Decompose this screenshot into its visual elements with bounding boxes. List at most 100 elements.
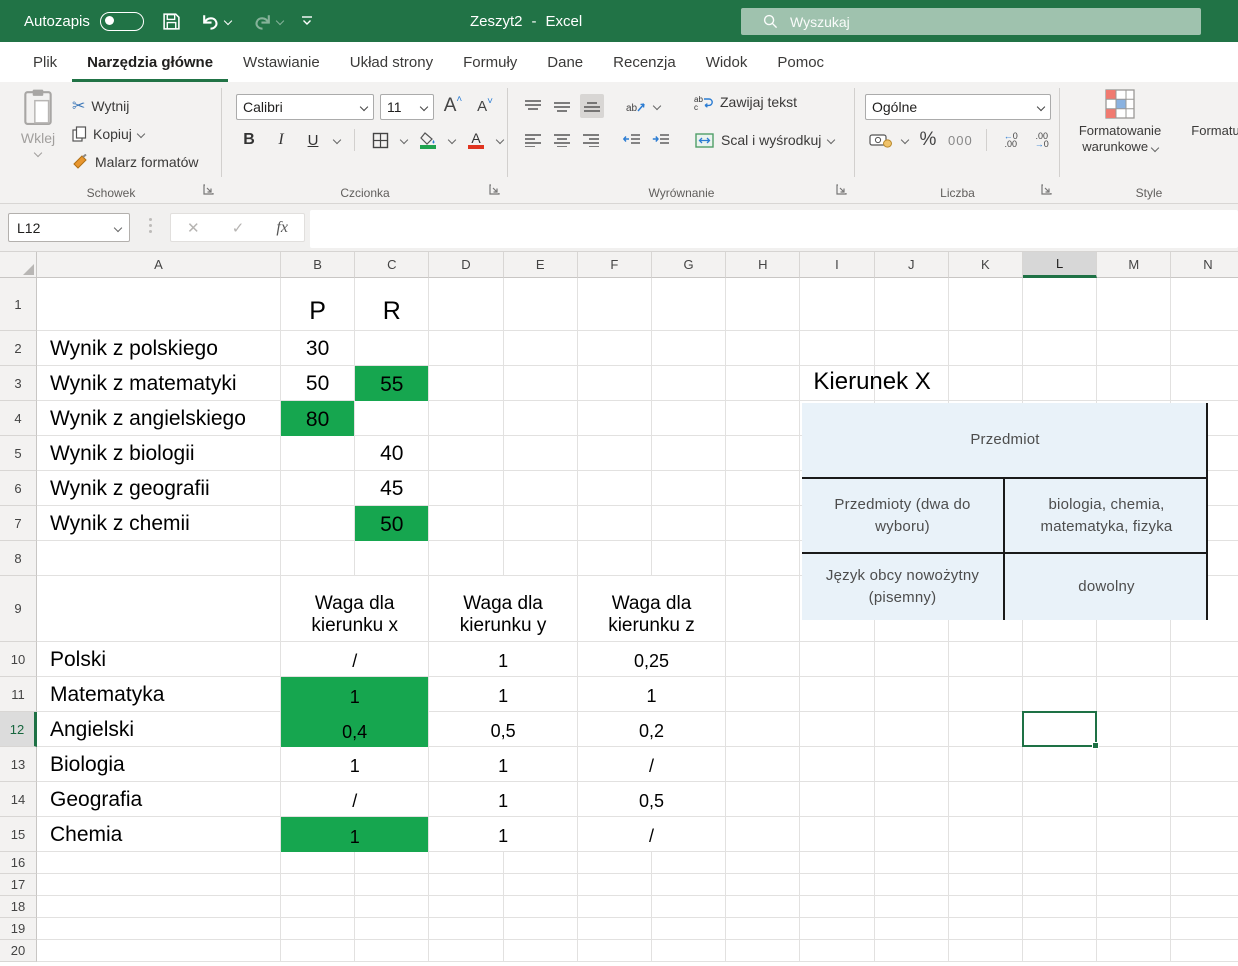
grid-cell-F7[interactable]: [578, 506, 652, 541]
column-header-C[interactable]: C: [355, 252, 429, 278]
redo-icon[interactable]: [252, 0, 273, 42]
grid-cell-I15[interactable]: [800, 817, 874, 852]
grid-cell-B5[interactable]: [281, 436, 355, 471]
format-as-table-button[interactable]: Formatuj jako tabelę: [1182, 88, 1238, 139]
grid-cell-K10[interactable]: [949, 642, 1023, 677]
grid-cell-J20[interactable]: [875, 940, 949, 962]
font-color-dropdown-icon[interactable]: [496, 136, 504, 144]
grid-cell-F3[interactable]: [578, 366, 652, 401]
grid-cell-N20[interactable]: [1171, 940, 1238, 962]
tab-wstawianie[interactable]: Wstawianie: [228, 42, 335, 82]
cell-C1[interactable]: R: [355, 278, 428, 330]
cell-A3[interactable]: Wynik z matematyki: [37, 366, 280, 400]
row-header-3[interactable]: 3: [0, 366, 37, 401]
grid-cell-F8[interactable]: [578, 541, 652, 576]
row-header-5[interactable]: 5: [0, 436, 37, 471]
row-header-12[interactable]: 12: [0, 712, 37, 747]
grid-cell-A19[interactable]: [37, 918, 281, 940]
cancel-icon[interactable]: ✕: [187, 219, 200, 237]
grid-cell-M18[interactable]: [1097, 896, 1171, 918]
grid-cell-H9[interactable]: [726, 576, 800, 642]
grid-cell-A16[interactable]: [37, 852, 281, 874]
grid-cell-A20[interactable]: [37, 940, 281, 962]
grid-cell-D7[interactable]: [429, 506, 503, 541]
grid-cell-C2[interactable]: [355, 331, 429, 366]
grid-cell-I12[interactable]: [800, 712, 874, 747]
column-header-E[interactable]: E: [504, 252, 578, 278]
undo-dropdown-icon[interactable]: [225, 0, 231, 42]
grid-cell-E20[interactable]: [504, 940, 578, 962]
cell-A15[interactable]: Chemia: [37, 817, 280, 851]
number-format-combobox[interactable]: Ogólne: [865, 94, 1051, 120]
grid-cell-D20[interactable]: [429, 940, 503, 962]
grid-cell-B8[interactable]: [281, 541, 355, 576]
grid-cell-H17[interactable]: [726, 874, 800, 896]
cell-F10[interactable]: 0,25: [578, 642, 725, 676]
grid-cell-M16[interactable]: [1097, 852, 1171, 874]
grid-cell-F2[interactable]: [578, 331, 652, 366]
cell-C3[interactable]: 55: [355, 366, 428, 401]
grid-cell-J2[interactable]: [875, 331, 949, 366]
cell-F13[interactable]: /: [578, 747, 725, 781]
grid-cell-L17[interactable]: [1023, 874, 1097, 896]
grid-cell-G20[interactable]: [652, 940, 726, 962]
tab-dane[interactable]: Dane: [532, 42, 598, 82]
grid-cell-G7[interactable]: [652, 506, 726, 541]
insert-function-icon[interactable]: fx: [276, 219, 288, 237]
accounting-format-button[interactable]: [869, 128, 893, 152]
grid-cell-F16[interactable]: [578, 852, 652, 874]
borders-dropdown-icon[interactable]: [400, 136, 408, 144]
cell-A7[interactable]: Wynik z chemii: [37, 506, 280, 540]
grid-cell-N17[interactable]: [1171, 874, 1238, 896]
fill-color-button[interactable]: [417, 128, 439, 152]
grid-cell-C16[interactable]: [355, 852, 429, 874]
name-box[interactable]: L12: [8, 213, 130, 242]
grid-cell-E16[interactable]: [504, 852, 578, 874]
grid-cell-G18[interactable]: [652, 896, 726, 918]
grid-cell-D17[interactable]: [429, 874, 503, 896]
grid-cell-I18[interactable]: [800, 896, 874, 918]
grid-cell-H3[interactable]: [726, 366, 800, 401]
grid-cell-N18[interactable]: [1171, 896, 1238, 918]
grid-cell-E17[interactable]: [504, 874, 578, 896]
formula-input[interactable]: [310, 210, 1238, 248]
font-name-combobox[interactable]: Calibri: [236, 94, 374, 120]
align-bottom-button[interactable]: [580, 94, 604, 118]
grid-cell-H8[interactable]: [726, 541, 800, 576]
grid-cell-N12[interactable]: [1171, 712, 1238, 747]
cell-B11[interactable]: 1: [281, 677, 428, 712]
grid-cell-M3[interactable]: [1097, 366, 1171, 401]
increase-decimal-button[interactable]: ←0.00: [1000, 128, 1022, 152]
cell-F12[interactable]: 0,2: [578, 712, 725, 746]
grid-cell-F1[interactable]: [578, 278, 652, 331]
grid-cell-I19[interactable]: [800, 918, 874, 940]
grid-cell-H12[interactable]: [726, 712, 800, 747]
grid-cell-F19[interactable]: [578, 918, 652, 940]
grid-cell-K3[interactable]: [949, 366, 1023, 401]
grid-cell-C4[interactable]: [355, 401, 429, 436]
grid-cell-L2[interactable]: [1023, 331, 1097, 366]
select-all-corner[interactable]: [0, 252, 37, 278]
column-header-N[interactable]: N: [1171, 252, 1238, 278]
alignment-dialog-launcher-icon[interactable]: [836, 182, 847, 198]
align-top-button[interactable]: [522, 94, 544, 118]
cell-B14[interactable]: /: [281, 782, 428, 816]
comma-style-button[interactable]: 000: [948, 128, 973, 152]
grid-cell-H13[interactable]: [726, 747, 800, 782]
cell-F11[interactable]: 1: [578, 677, 725, 711]
grid-cell-H18[interactable]: [726, 896, 800, 918]
grid-cell-F4[interactable]: [578, 401, 652, 436]
grid-cell-N14[interactable]: [1171, 782, 1238, 817]
grid-cell-C8[interactable]: [355, 541, 429, 576]
grid-cell-I14[interactable]: [800, 782, 874, 817]
grid-cell-M13[interactable]: [1097, 747, 1171, 782]
autosave-toggle[interactable]: [100, 0, 144, 42]
grid-cell-K14[interactable]: [949, 782, 1023, 817]
grid-cell-G2[interactable]: [652, 331, 726, 366]
grid-cell-M19[interactable]: [1097, 918, 1171, 940]
grid-cell-E18[interactable]: [504, 896, 578, 918]
tab-pomoc[interactable]: Pomoc: [762, 42, 839, 82]
grid-cell-B19[interactable]: [281, 918, 355, 940]
cell-A5[interactable]: Wynik z biologii: [37, 436, 280, 470]
cell-C6[interactable]: 45: [355, 471, 428, 505]
